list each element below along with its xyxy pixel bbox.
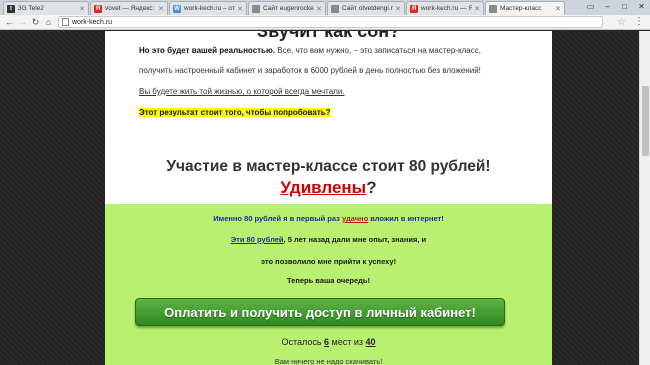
offer-line-1: Именно 80 рублей я в первый раз удачно в… [105, 214, 552, 223]
url-text[interactable]: work-kech.ru [72, 19, 112, 26]
tab-title: Сайт otvetdengi.ru [342, 5, 394, 12]
landing-content: Звучит как сон? Но это будет вашей реаль… [105, 31, 552, 365]
page-favicon-icon [331, 4, 339, 13]
window-controls: ▭ – □ ✕ [582, 1, 650, 13]
offer-line-2-link[interactable]: Эти 80 рублей [231, 235, 284, 244]
seats-remaining-pre: Осталось [281, 337, 325, 347]
close-tab-icon[interactable]: ✕ [316, 5, 322, 13]
page-favicon-icon [252, 4, 260, 13]
offer-line-2: Эти 80 рублей, 5 лет назад дали мне опыт… [105, 235, 552, 244]
close-tab-icon[interactable]: ✕ [158, 5, 164, 13]
question-mark: ? [366, 178, 377, 197]
highlight-text: Этот результат стоит того, чтобы попробо… [139, 108, 331, 117]
close-tab-icon[interactable]: ✕ [474, 5, 480, 13]
tele2-favicon-icon: t [7, 4, 15, 13]
maximize-icon[interactable]: □ [616, 1, 633, 13]
highlight-line: Этот результат стоит того, чтобы попробо… [139, 107, 539, 119]
offer-line-2-rest: , 5 лет назад дали мне опыт, знания, и [283, 235, 427, 244]
offer-section: Именно 80 рублей я в первый раз удачно в… [105, 204, 552, 365]
tab-1[interactable]: Я vovet — Яндекс: н ✕ [90, 1, 168, 15]
offer-line-4: Теперь ваша очередь! [286, 276, 371, 285]
site-favicon-icon: W [173, 4, 181, 13]
tab-0[interactable]: t 3G Tele2 ✕ [3, 1, 89, 15]
paragraph-dream-life: Вы будете жить той жизнью, о которой все… [139, 87, 345, 96]
close-tab-icon[interactable]: ✕ [237, 5, 243, 13]
close-tab-icon[interactable]: ✕ [555, 5, 561, 13]
offer-line-1-highlight: удачно [341, 214, 369, 223]
tab-3[interactable]: Сайт eugenrocket ✕ [248, 1, 326, 15]
offer-line-3: это позволило мне прийти к успеху! [260, 257, 397, 266]
tab-2[interactable]: W work-kech.ru – отз ✕ [169, 1, 247, 15]
tab-title: work-kech.ru — Я [421, 5, 473, 12]
scrollbar-thumb[interactable] [642, 86, 649, 156]
tab-title: Сайт eugenrocket [263, 5, 315, 12]
address-bar[interactable]: work-kech.ru [58, 16, 603, 28]
offer-line-1-pre: Именно 80 рублей я в первый раз [213, 214, 342, 223]
close-window-icon[interactable]: ✕ [633, 1, 650, 13]
reality-text: Все, что вам нужно, – это записаться на … [275, 46, 481, 55]
tab-title: Мастер-класс [500, 5, 542, 12]
pay-access-button[interactable]: Оплатить и получить доступ в личный каби… [135, 298, 505, 326]
page-favicon-icon [489, 4, 497, 13]
surprised-word: Удивлены [280, 178, 367, 197]
tab-4[interactable]: Сайт otvetdengi.ru ✕ [327, 1, 405, 15]
page-viewport: Звучит как сон? Но это будет вашей реаль… [0, 31, 650, 365]
close-tab-icon[interactable]: ✕ [395, 5, 401, 13]
yandex-favicon-icon: Я [94, 4, 102, 13]
reload-icon[interactable]: ↻ [29, 16, 42, 29]
menu-icon[interactable]: ⋮ [634, 16, 644, 27]
back-icon[interactable]: ← [3, 16, 16, 29]
paragraph-earnings: получить настроенный кабинет и заработок… [139, 66, 481, 75]
seats-total-count: 40 [365, 337, 376, 347]
tab-bar: t 3G Tele2 ✕ Я vovet — Яндекс: н ✕ W wor… [0, 0, 650, 15]
yandex-favicon-icon: Я [410, 4, 418, 13]
minimize-icon[interactable]: – [599, 1, 616, 13]
tab-5[interactable]: Я work-kech.ru — Я ✕ [406, 1, 484, 15]
bookmark-star-icon[interactable]: ☆ [617, 17, 626, 28]
forward-icon[interactable]: → [16, 16, 29, 29]
tab-6-active[interactable]: Мастер-класс ✕ [485, 1, 565, 15]
reality-bold: Но это будет вашей реальностью. [139, 46, 276, 55]
seats-remaining: Осталось 6 мест из 40 [105, 337, 552, 347]
price-heading: Участие в мастер-классе стоит 80 рублей! [166, 158, 491, 175]
offer-line-1-post: вложил в интернет! [368, 214, 444, 223]
page-scrollbar[interactable] [639, 31, 650, 365]
no-download-note: Вам ничего не надо скачивать! [274, 357, 383, 365]
tab-title: vovet — Яндекс: н [105, 5, 157, 12]
home-icon[interactable]: ⌂ [42, 16, 55, 29]
toolbar: ← → ↻ ⌂ work-kech.ru ☆ ⋮ [0, 15, 650, 30]
tab-title: work-kech.ru – отз [184, 5, 236, 12]
surprised-heading: Удивлены? [105, 178, 552, 198]
tab-title: 3G Tele2 [18, 5, 44, 12]
section-heading: Звучит как сон? [256, 31, 401, 41]
seats-remaining-mid: мест из [329, 337, 366, 347]
paragraph-reality: Но это будет вашей реальностью. Все, что… [139, 45, 539, 57]
close-tab-icon[interactable]: ✕ [79, 5, 85, 13]
page-info-icon[interactable] [62, 18, 69, 26]
user-icon[interactable]: ▭ [582, 1, 599, 13]
